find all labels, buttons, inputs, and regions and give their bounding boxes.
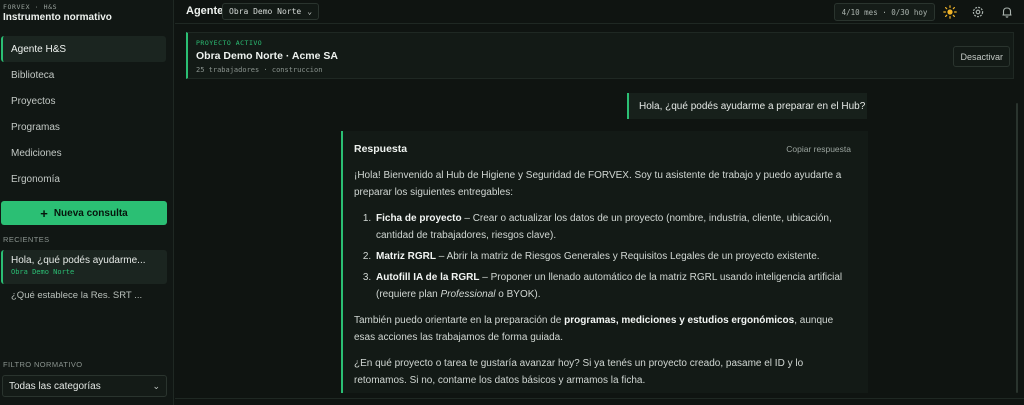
sidebar: FORVEX · H&S Instrumento normativo Agent…	[0, 0, 174, 405]
project-label: PROYECTO ACTIVO	[196, 39, 263, 47]
reply-bold: programas, mediciones y estudios ergonóm…	[564, 315, 795, 326]
reply-body: ¡Hola! Bienvenido al Hub de Higiene y Se…	[354, 167, 856, 393]
recent-item-project: Obra Demo Norte	[11, 268, 75, 276]
sun-icon[interactable]	[942, 4, 958, 20]
sidebar-item-programas[interactable]: Programas	[1, 114, 166, 140]
active-project-banner: PROYECTO ACTIVO Obra Demo Norte · Acme S…	[186, 32, 1014, 79]
list-item-title: Ficha de proyecto	[376, 213, 462, 224]
recent-item[interactable]: Hola, ¿qué podés ayudarme... Obra Demo N…	[1, 250, 167, 284]
recientes-label: RECIENTES	[3, 235, 50, 244]
sidebar-item-proyectos[interactable]: Proyectos	[1, 88, 166, 114]
list-item: Ficha de proyecto – Crear o actualizar l…	[374, 210, 856, 244]
bell-icon[interactable]	[999, 4, 1015, 20]
deactivate-button[interactable]: Desactivar	[953, 46, 1010, 67]
reply-closing: ¿En qué proyecto o tarea te gustaría ava…	[354, 358, 804, 386]
sidebar-item-agente[interactable]: Agente H&S	[1, 36, 166, 62]
reply-intro: ¡Hola! Bienvenido al Hub de Higiene y Se…	[354, 170, 842, 198]
chevron-down-icon: ⌄	[307, 7, 313, 16]
filtro-value: Todas las categorías	[9, 380, 101, 392]
list-item: Matriz RGRL – Abrir la matriz de Riesgos…	[374, 248, 856, 265]
list-item-tail: o BYOK).	[495, 289, 541, 300]
new-consulta-label: Nueva consulta	[53, 207, 128, 219]
assistant-reply: Respuesta Copiar respuesta ¡Hola! Bienve…	[341, 131, 868, 393]
list-item-text: – Abrir la matriz de Riesgos Generales y…	[436, 251, 820, 262]
agent-project-select[interactable]: Obra Demo Norte ⌄	[222, 3, 320, 20]
project-name: Obra Demo Norte · Acme SA	[196, 50, 338, 62]
plus-icon: +	[40, 205, 48, 221]
filtro-label: FILTRO NORMATIVO	[3, 360, 83, 369]
reply-title: Respuesta	[354, 143, 408, 155]
agent-label: Agente	[186, 5, 224, 17]
list-item-title: Matriz RGRL	[376, 251, 436, 262]
reply-paragraph: También puedo orientarte en la preparaci…	[354, 312, 856, 346]
brand-name: Instrumento normativo	[3, 12, 112, 23]
sidebar-item-ergonomia[interactable]: Ergonomía	[1, 166, 166, 192]
copy-reply-button[interactable]: Copiar respuesta	[786, 144, 851, 154]
user-message: Hola, ¿qué podés ayudarme a preparar en …	[627, 93, 867, 119]
sidebar-item-mediciones[interactable]: Mediciones	[1, 140, 166, 166]
chevron-down-icon: ⌄	[152, 380, 160, 391]
top-bar: Agente Obra Demo Norte ⌄ 4/10 mes · 0/30…	[175, 0, 1024, 24]
filtro-select[interactable]: Todas las categorías ⌄	[2, 375, 167, 397]
gear-icon[interactable]	[970, 4, 986, 20]
recent-item-title: Hola, ¿qué podés ayudarme...	[11, 255, 146, 266]
reply-text: También puedo orientarte en la preparaci…	[354, 315, 565, 326]
recent-item[interactable]: ¿Qué establece la Res. SRT ...	[1, 290, 167, 304]
quota-badge: 4/10 mes · 0/30 hoy	[834, 3, 935, 21]
brand: FORVEX · H&S Instrumento normativo	[3, 3, 112, 23]
project-meta: 25 trabajadores · construccion	[196, 66, 323, 74]
agent-select-value: Obra Demo Norte	[229, 7, 302, 16]
recent-item-title: ¿Qué establece la Res. SRT ...	[11, 290, 143, 301]
sidebar-nav: Agente H&S Biblioteca Proyectos Programa…	[0, 36, 174, 192]
brand-tagline: FORVEX · H&S	[3, 3, 58, 11]
new-consulta-button[interactable]: + Nueva consulta	[1, 201, 167, 225]
sidebar-item-biblioteca[interactable]: Biblioteca	[1, 62, 166, 88]
list-item: Autofill IA de la RGRL – Proponer un lle…	[374, 269, 856, 303]
plan-name: Professional	[440, 289, 496, 300]
reply-list: Ficha de proyecto – Crear o actualizar l…	[374, 210, 856, 303]
divider	[175, 398, 1024, 399]
list-item-title: Autofill IA de la RGRL	[376, 272, 480, 283]
chat-scrollbar[interactable]	[1016, 103, 1018, 393]
